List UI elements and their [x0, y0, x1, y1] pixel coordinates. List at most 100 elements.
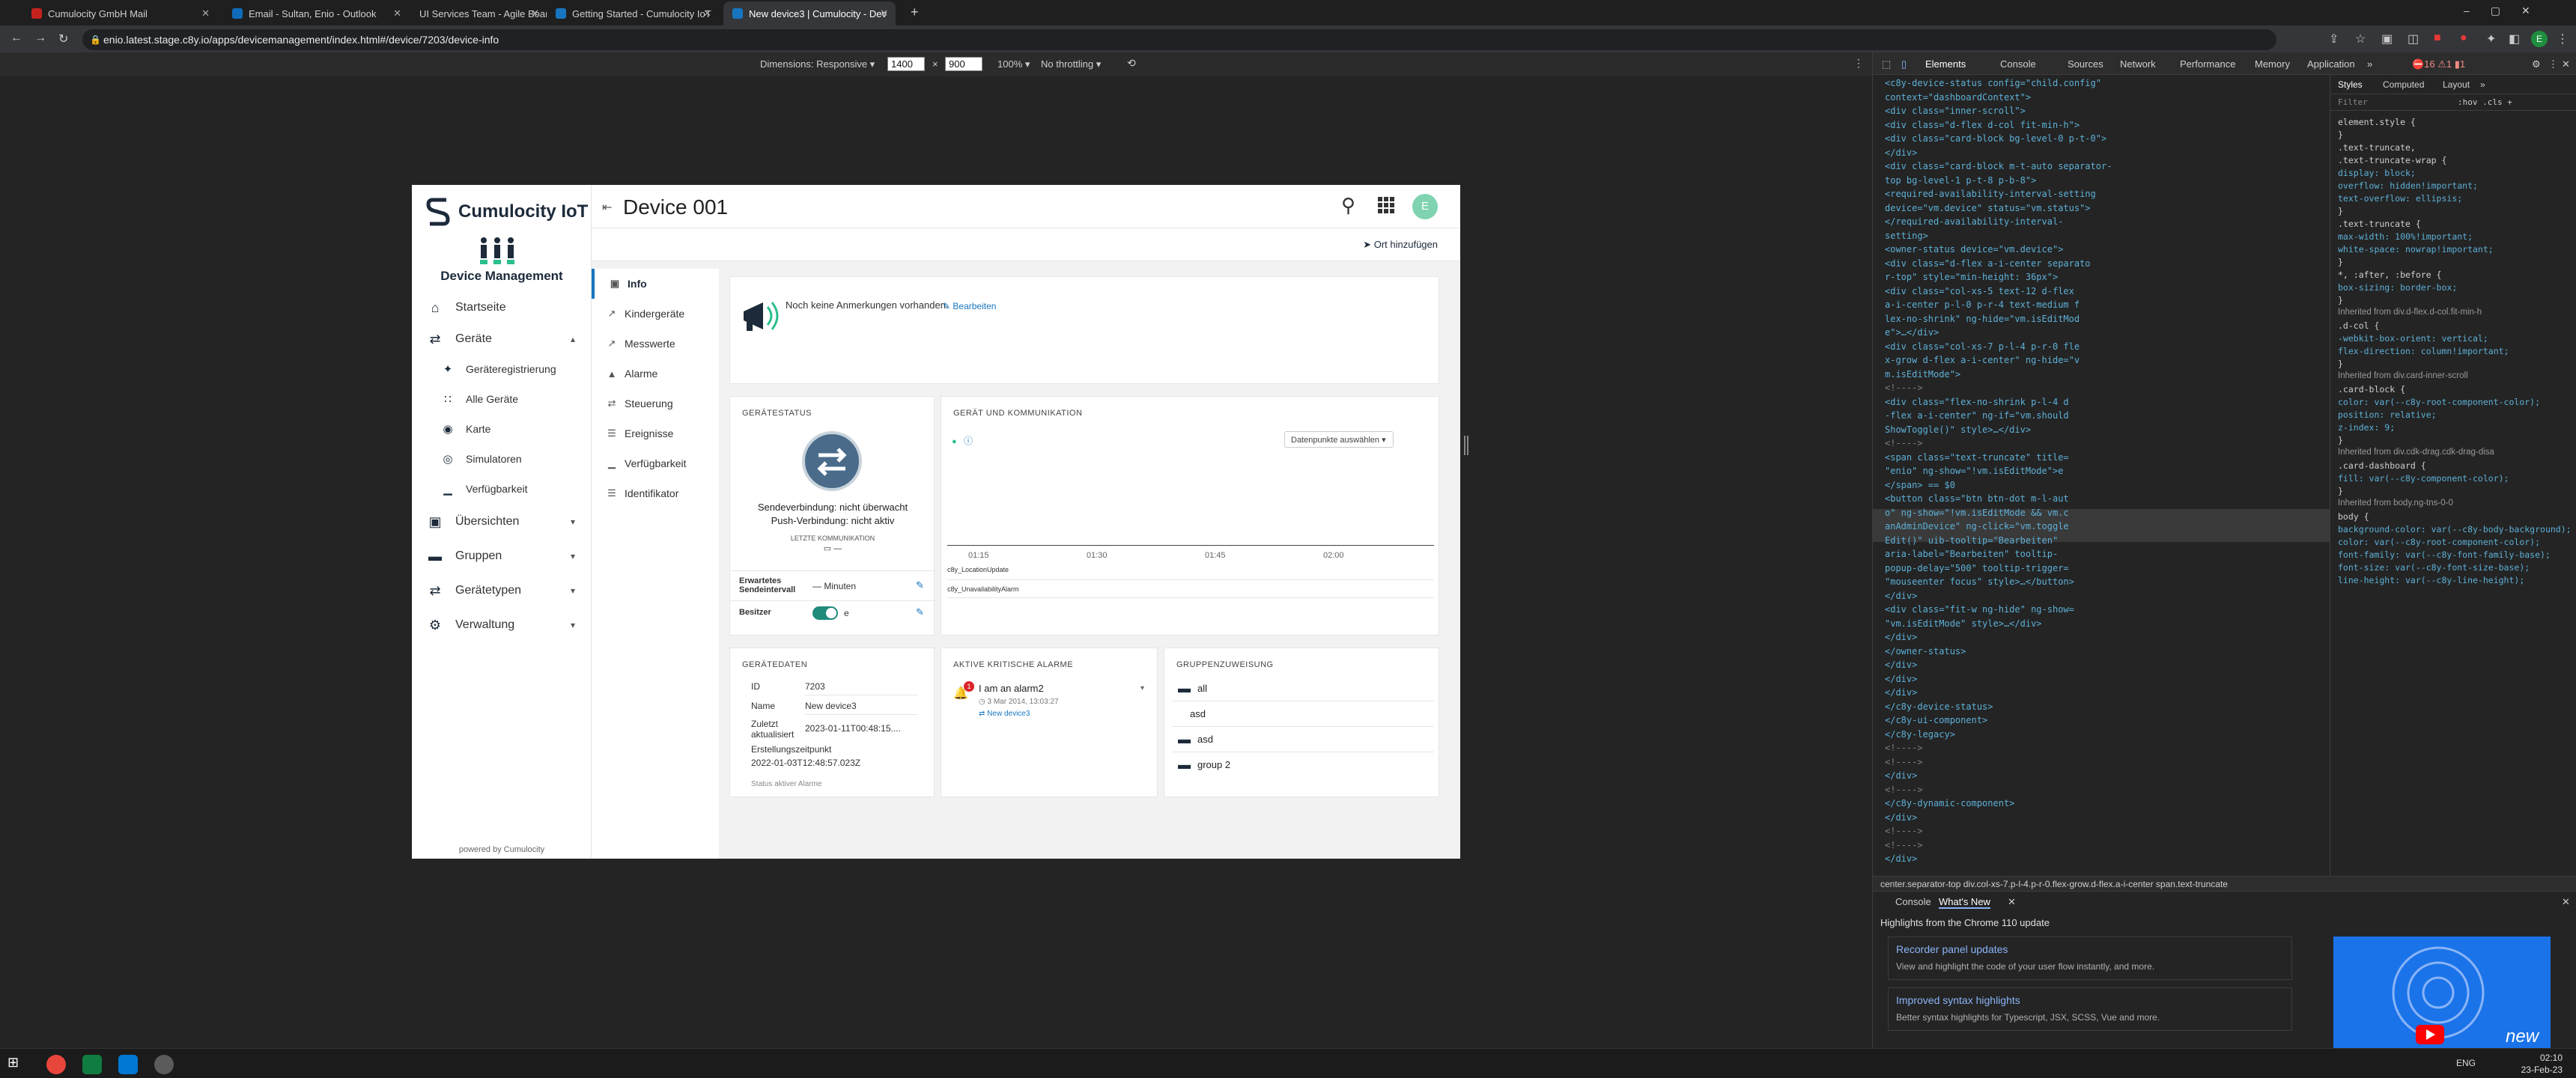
- back-icon[interactable]: ←: [10, 31, 22, 45]
- app-switcher-icon[interactable]: [1378, 197, 1394, 213]
- height-input[interactable]: 900: [945, 57, 982, 71]
- style-rule-line[interactable]: text-overflow: ellipsis;: [2338, 193, 2462, 204]
- device-toggle-icon[interactable]: ▯: [1901, 58, 1907, 70]
- dom-node-line[interactable]: <div class="card-block m-t-auto separato…: [1885, 161, 2112, 171]
- dom-node-line[interactable]: "enio" ng-show="!vm.isEditMode">e: [1885, 466, 2063, 476]
- style-rule-line[interactable]: Inherited from body.ng-tns-0-0: [2338, 499, 2453, 508]
- styles-filter-toggles[interactable]: :hov .cls +: [2458, 97, 2512, 107]
- style-rule-line[interactable]: overflow: hidden!important;: [2338, 180, 2478, 191]
- close-icon[interactable]: ✕: [703, 7, 711, 19]
- dom-node-line[interactable]: </div>: [1885, 674, 1917, 684]
- browser-tab[interactable]: Email - Sultan, Enio - Outlook ✕: [223, 1, 409, 25]
- style-rule-line[interactable]: }: [2338, 295, 2343, 305]
- dom-node-line[interactable]: lex-no-shrink" ng-hide="vm.isEditMod: [1885, 314, 2080, 324]
- reload-icon[interactable]: ↻: [58, 31, 68, 46]
- nav-item-simulators[interactable]: ◎ Simulatoren: [412, 444, 592, 474]
- dom-node-line[interactable]: </required-availability-interval-: [1885, 216, 2063, 227]
- style-rule-line[interactable]: color: var(--c8y-root-component-color);: [2338, 397, 2540, 407]
- browser-tab[interactable]: Getting Started - Cumulocity IoT ✕: [547, 1, 719, 25]
- tab-availability[interactable]: ▁ Verfügbarkeit: [592, 448, 719, 478]
- dom-node-line[interactable]: <div class="fit-w ng-hide" ng-show=: [1885, 604, 2074, 615]
- dom-node-line[interactable]: <!---->: [1885, 757, 1923, 767]
- resize-handle-right[interactable]: [1464, 436, 1468, 455]
- settings-icon[interactable]: ⚙: [2532, 58, 2541, 70]
- dom-node-line[interactable]: </c8y-dynamic-component>: [1885, 798, 2014, 808]
- more-tabs-button[interactable]: »: [2367, 58, 2372, 70]
- kebab-menu-icon[interactable]: ⋮: [1853, 57, 1864, 70]
- style-rule-line[interactable]: position: relative;: [2338, 409, 2437, 420]
- group-name[interactable]: all: [1197, 683, 1207, 694]
- nav-item-device-types[interactable]: ⇄ Gerätetypen ▾: [412, 576, 592, 606]
- close-icon[interactable]: ✕: [2562, 58, 2570, 70]
- dom-node-line[interactable]: </owner-status>: [1885, 646, 1966, 657]
- style-rule-line[interactable]: Inherited from div.d-flex.d-col.fit-min-…: [2338, 308, 2482, 317]
- dom-node-line[interactable]: e">…</div>: [1885, 327, 1939, 338]
- extension-icon[interactable]: ▣: [2381, 31, 2393, 46]
- dom-node-line[interactable]: context="dashboardContext">: [1885, 92, 2031, 103]
- tab-styles[interactable]: Styles: [2338, 79, 2363, 90]
- style-rule-line[interactable]: z-index: 9;: [2338, 422, 2395, 433]
- dom-node-line[interactable]: </div>: [1885, 687, 1917, 698]
- search-icon[interactable]: ⚲: [1341, 194, 1355, 217]
- dom-node-line[interactable]: "vm.isEditMode" style>…</div>: [1885, 618, 2042, 629]
- dom-node-line[interactable]: </div>: [1885, 853, 1917, 864]
- group-name[interactable]: asd: [1190, 708, 1206, 719]
- dom-node-line[interactable]: </div>: [1885, 660, 1917, 670]
- dom-node-line[interactable]: device="vm.device" status="vm.status">: [1885, 203, 2091, 213]
- error-count-badge[interactable]: ⛔16 ⚠1 ▮1: [2412, 58, 2465, 70]
- style-rule-line[interactable]: }: [2338, 206, 2343, 216]
- dom-node-line[interactable]: r-top" style="min-height: 36px">: [1885, 272, 2058, 282]
- tab-events[interactable]: ☰ Ereignisse: [592, 418, 719, 448]
- style-rule-line[interactable]: .text-truncate-wrap {: [2338, 155, 2446, 165]
- dom-node-line[interactable]: <div class="inner-scroll">: [1885, 106, 2026, 116]
- extension-icon[interactable]: ●: [2460, 31, 2467, 45]
- dom-node-line[interactable]: <div class="col-xs-7 p-l-4 p-r-0 fle: [1885, 341, 2080, 352]
- tab-elements[interactable]: Elements: [1925, 58, 1966, 70]
- edit-notes-button[interactable]: ✎ Bearbeiten: [943, 301, 996, 311]
- nav-item-availability[interactable]: ▁ Verfügbarkeit: [412, 474, 592, 504]
- dom-node-line[interactable]: ShowToggle()" style>…</div>: [1885, 424, 2031, 435]
- style-rule-line[interactable]: display: block;: [2338, 168, 2416, 178]
- style-rule-line[interactable]: }: [2338, 486, 2343, 496]
- close-icon[interactable]: ✕: [531, 7, 539, 19]
- rotate-icon[interactable]: ⟲: [1127, 57, 1136, 70]
- extension-icon[interactable]: ■: [2434, 31, 2441, 45]
- style-rule-line[interactable]: box-sizing: border-box;: [2338, 282, 2457, 293]
- dom-node-line[interactable]: <!---->: [1885, 840, 1923, 850]
- nav-item-map[interactable]: ◉ Karte: [412, 414, 592, 444]
- more-tabs-button[interactable]: »: [2480, 79, 2485, 90]
- dom-node-line[interactable]: popup-delay="500" tooltip-trigger=: [1885, 563, 2069, 573]
- nav-item-device-registration[interactable]: ✦ Geräteregistrierung: [412, 354, 592, 384]
- browser-tab[interactable]: Cumulocity GmbH Mail ✕: [22, 1, 217, 25]
- dom-node-line[interactable]: </c8y-ui-component>: [1885, 715, 1987, 725]
- dom-node-line[interactable]: <div class="d-flex a-i-center separato: [1885, 258, 2091, 269]
- style-rule-line[interactable]: }: [2338, 257, 2343, 267]
- group-name[interactable]: group 2: [1197, 759, 1230, 770]
- tab-console[interactable]: Console: [2000, 58, 2036, 70]
- browser-tab-active[interactable]: New device3 | Cumulocity - Dev ✕: [723, 1, 896, 25]
- dom-node-line[interactable]: <!---->: [1885, 785, 1923, 795]
- address-bar[interactable]: 🔒 enio.latest.stage.c8y.io/apps/devicema…: [82, 29, 2276, 50]
- dom-node-line[interactable]: </c8y-device-status>: [1885, 701, 1993, 712]
- dom-node-line[interactable]: <!---->: [1885, 438, 1923, 448]
- dom-node-line[interactable]: <c8y-device-status config="child.config": [1885, 78, 2101, 88]
- app-icon[interactable]: [154, 1055, 174, 1074]
- close-drawer-icon[interactable]: ✕: [2562, 896, 2570, 908]
- nav-item-devices[interactable]: ⇄ Geräte ▴: [412, 324, 592, 354]
- nav-item-all-devices[interactable]: ∷ Alle Geräte: [412, 384, 592, 414]
- dom-node-line[interactable]: "mouseenter focus" style>…</button>: [1885, 576, 2074, 587]
- style-rule-line[interactable]: }: [2338, 435, 2343, 445]
- style-rule-line[interactable]: flex-direction: column!important;: [2338, 346, 2509, 356]
- dom-node-line[interactable]: </c8y-legacy>: [1885, 729, 1955, 740]
- tab-computed[interactable]: Computed: [2383, 79, 2424, 90]
- language-indicator[interactable]: ENG: [2456, 1058, 2476, 1068]
- dom-node-line[interactable]: top bg-level-1 p-t-8 p-b-8">: [1885, 175, 2036, 186]
- dom-node-line[interactable]: <!---->: [1885, 383, 1923, 393]
- forward-icon[interactable]: →: [34, 31, 46, 45]
- style-rule-line[interactable]: .text-truncate {: [2338, 219, 2421, 229]
- tab-info[interactable]: ▣ Info: [592, 269, 719, 299]
- tab-identifier[interactable]: ☰ Identifikator: [592, 478, 719, 508]
- nav-item-groups[interactable]: ▬ Gruppen ▾: [412, 541, 592, 571]
- tab-alarms[interactable]: ▲ Alarme: [592, 359, 719, 389]
- dom-node-line[interactable]: </div>: [1885, 812, 1917, 823]
